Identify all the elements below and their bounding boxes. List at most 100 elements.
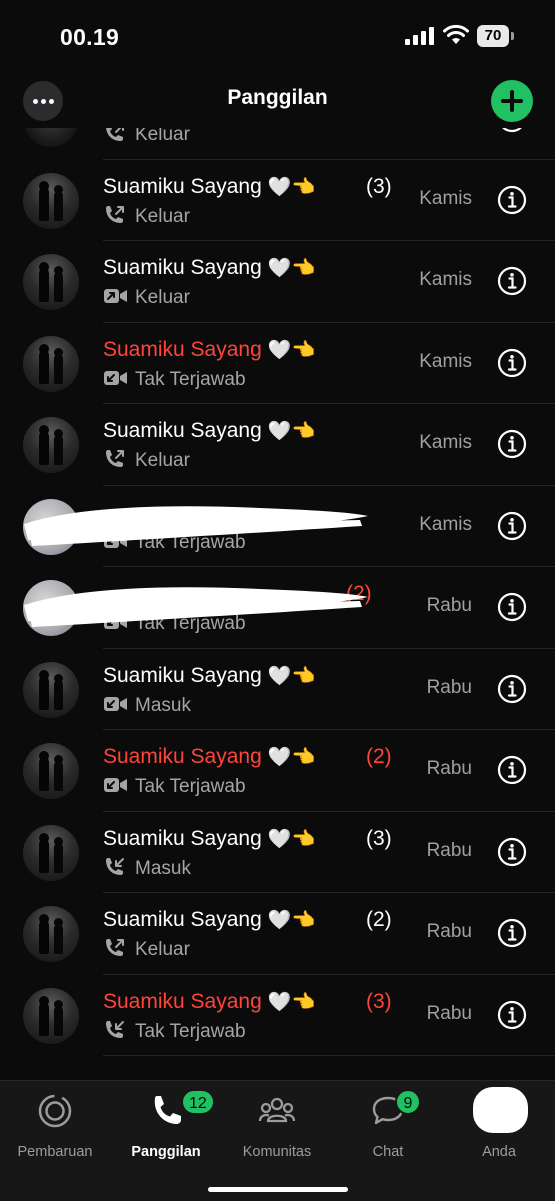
- avatar[interactable]: [23, 254, 79, 310]
- call-row[interactable]: Suamiku Sayang 🤍👈 (3) Keluar Kamis: [0, 160, 555, 241]
- contact-name-text: Suamiku Sayang: [103, 419, 262, 442]
- contact-name: Suamiku Sayang 🤍👈: [103, 419, 315, 443]
- call-row[interactable]: Tak Terjawab Kamis: [0, 486, 555, 567]
- info-icon[interactable]: [497, 266, 527, 296]
- call-day: Rabu: [426, 595, 472, 616]
- tab-anda[interactable]: Anda: [444, 1087, 554, 1161]
- call-row[interactable]: Suamiku Sayang 🤍👈 (2) Keluar Rabu: [0, 893, 555, 975]
- avatar[interactable]: [23, 661, 79, 718]
- video-call-icon: [103, 287, 135, 308]
- contact-name-text: Suamiku Sayang: [103, 745, 262, 768]
- call-status-text: Masuk: [135, 694, 191, 716]
- call-status: Keluar: [103, 128, 190, 146]
- call-status-text: Masuk: [135, 857, 191, 879]
- avatar[interactable]: [23, 743, 79, 799]
- call-row[interactable]: Suamiku Sayang 🤍👈 (3) Tak Terjawab Rabu: [0, 975, 555, 1056]
- call-status: Keluar: [103, 286, 190, 309]
- call-row[interactable]: Suamiku Sayang 🤍👈 (2) Tak Terjawab Rabu: [0, 730, 555, 812]
- page-title: Panggilan: [227, 86, 328, 109]
- info-icon[interactable]: [497, 918, 527, 948]
- call-count: (3): [366, 826, 392, 850]
- avatar[interactable]: [23, 987, 79, 1044]
- tab-bar: Pembaruan 12 Panggilan Komunitas 9 Chat Anda: [0, 1080, 555, 1201]
- video-call-icon: [103, 776, 135, 797]
- info-icon[interactable]: [497, 837, 527, 867]
- info-icon[interactable]: [497, 429, 527, 459]
- call-row[interactable]: Suamiku Sayang 🤍👈 Masuk Rabu: [0, 649, 555, 730]
- profile-icon: [473, 1087, 528, 1133]
- video-call-icon: [103, 369, 135, 390]
- name-emoji: 🤍👈: [261, 990, 316, 1013]
- contact-name-text: Suamiku Sayang: [103, 256, 262, 279]
- tab-pembaruan[interactable]: Pembaruan: [0, 1091, 110, 1161]
- voice-call-icon: [103, 1020, 135, 1042]
- call-day: Kamis: [419, 269, 472, 290]
- name-emoji: 🤍👈: [261, 338, 316, 361]
- tab-label: Chat: [372, 1144, 404, 1160]
- info-icon[interactable]: [497, 674, 527, 704]
- call-status: Tak Terjawab: [103, 1020, 246, 1043]
- avatar[interactable]: [23, 906, 79, 962]
- info-icon[interactable]: [497, 185, 527, 215]
- contact-name: Suamiku Sayang 🤍👈: [103, 338, 315, 362]
- call-count: (2): [366, 745, 392, 768]
- contact-name: Suamiku Sayang 🤍👈: [103, 256, 315, 280]
- call-count: (2): [366, 908, 392, 931]
- contact-name: Suamiku Sayang 🤍👈: [103, 745, 315, 769]
- info-icon[interactable]: [497, 755, 527, 785]
- call-row[interactable]: KeluarJumat: [0, 128, 555, 160]
- call-row[interactable]: Suamiku Sayang 🤍👈 Keluar Kamis: [0, 404, 555, 486]
- voice-call-icon: [103, 857, 135, 879]
- call-status-text: Keluar: [135, 128, 190, 145]
- call-status: Tak Terjawab: [103, 775, 246, 798]
- contact-name-text: Suamiku Sayang: [103, 989, 262, 1013]
- call-row[interactable]: (2) Tak Terjawab Rabu: [0, 567, 555, 649]
- signal-icon: [405, 27, 434, 45]
- info-icon[interactable]: [497, 1000, 527, 1030]
- contact-name: Suamiku Sayang 🤍👈: [103, 664, 315, 688]
- tab-label: Pembaruan: [17, 1144, 93, 1160]
- call-list[interactable]: KeluarJumat Suamiku Sayang 🤍👈 (3) Keluar Kam…: [0, 128, 555, 1080]
- contact-name: Suamiku Sayang 🤍👈: [103, 990, 315, 1014]
- communities-icon: [258, 1093, 296, 1129]
- call-status-text: Keluar: [135, 205, 190, 227]
- call-row[interactable]: Suamiku Sayang 🤍👈 (3) Masuk Rabu: [0, 812, 555, 893]
- call-row[interactable]: Suamiku Sayang 🤍👈 Keluar Kamis: [0, 241, 555, 323]
- avatar[interactable]: [23, 417, 79, 473]
- call-day: Rabu: [426, 676, 472, 698]
- contact-name: Suamiku Sayang 🤍👈: [103, 908, 315, 932]
- avatar[interactable]: [23, 824, 79, 881]
- call-status-text: Keluar: [135, 450, 190, 471]
- contact-name: Suamiku Sayang 🤍👈: [103, 827, 315, 851]
- tab-chat[interactable]: 9 Chat: [333, 1089, 443, 1161]
- call-day: Kamis: [419, 350, 472, 372]
- call-day: Kamis: [419, 513, 472, 535]
- info-icon[interactable]: [497, 511, 527, 541]
- redaction-scribble: [24, 505, 368, 546]
- call-day: Kamis: [419, 187, 472, 209]
- contact-name: Suamiku Sayang 🤍👈: [103, 175, 315, 199]
- tab-komunitas[interactable]: Komunitas: [222, 1091, 332, 1161]
- avatar[interactable]: [23, 335, 79, 392]
- name-emoji: 🤍👈: [261, 909, 316, 931]
- call-day: Rabu: [426, 758, 472, 779]
- info-icon[interactable]: [497, 128, 527, 133]
- call-status-text: Keluar: [135, 939, 190, 960]
- info-icon[interactable]: [497, 348, 527, 378]
- info-icon[interactable]: [497, 592, 527, 622]
- call-status: Keluar: [103, 449, 190, 472]
- avatar[interactable]: [23, 128, 79, 147]
- call-status-text: Tak Terjawab: [135, 776, 246, 797]
- tab-panggilan[interactable]: 12 Panggilan: [111, 1089, 221, 1161]
- unread-badge: 9: [395, 1089, 421, 1115]
- unread-badge: 12: [181, 1089, 215, 1115]
- call-row[interactable]: Suamiku Sayang 🤍👈 Tak Terjawab Kamis: [0, 323, 555, 404]
- video-call-icon: [103, 695, 135, 716]
- voice-call-icon: [103, 450, 135, 471]
- contact-name-text: Suamiku Sayang: [103, 663, 262, 687]
- avatar[interactable]: [23, 172, 79, 229]
- voice-call-icon: [103, 205, 135, 227]
- tab-label: Komunitas: [242, 1144, 312, 1160]
- new-call-button[interactable]: [491, 80, 533, 122]
- row-divider: [103, 1055, 555, 1056]
